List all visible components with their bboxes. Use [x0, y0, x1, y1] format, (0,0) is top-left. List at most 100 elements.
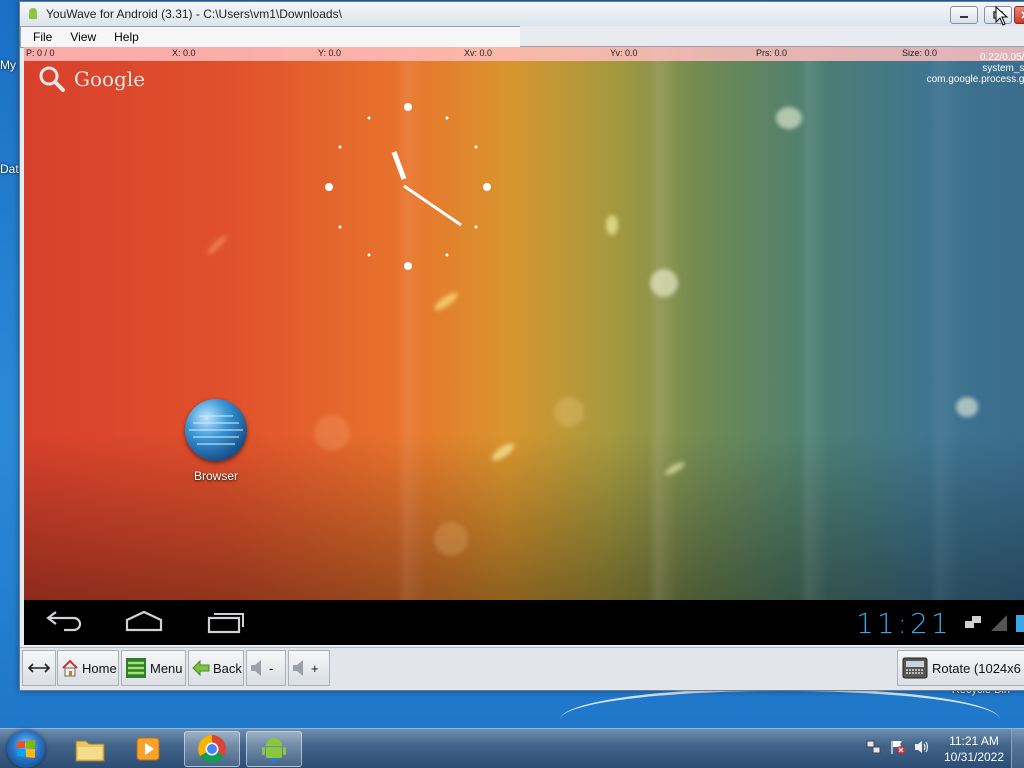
- debug-yv: Yv: 0.0: [610, 48, 638, 58]
- clock-tick: [367, 253, 371, 257]
- action-center-flag-icon[interactable]: [890, 739, 906, 755]
- debug-p: P: 0 / 0: [26, 48, 55, 58]
- clock-hour-hand: [391, 151, 407, 180]
- taskbar-time: 11:21 AM: [949, 734, 999, 748]
- globe-icon: [185, 399, 247, 461]
- volume-up-button[interactable]: +: [288, 650, 330, 686]
- clock-minute-hand: [403, 184, 462, 227]
- overlay-line: com.google.process.ga: [926, 74, 1024, 85]
- process-overlay: 0.22/0.05/0 system_se com.google.process…: [927, 52, 1024, 85]
- resize-button[interactable]: [22, 650, 56, 686]
- back-nav-icon[interactable]: [44, 610, 84, 634]
- debug-xv: Xv: 0.0: [464, 48, 493, 58]
- chrome-icon: [198, 735, 226, 763]
- overlay-line: system_se: [982, 63, 1024, 74]
- bokeh-light: [489, 440, 517, 464]
- battery-icon: [1016, 615, 1024, 632]
- keyboard-rotate-icon: [902, 657, 928, 679]
- desktop-icon-label[interactable]: Dat: [0, 162, 19, 176]
- bokeh-light: [314, 415, 350, 451]
- android-navigation-bar: 11:21: [24, 600, 1024, 645]
- menu-bar-spacer: [520, 26, 1024, 47]
- menu-help[interactable]: Help: [108, 30, 145, 44]
- mouse-cursor: [995, 6, 1009, 26]
- volume-down-label: -: [269, 660, 274, 676]
- android-app-icon: [29, 8, 37, 19]
- recent-apps-nav-icon[interactable]: [206, 610, 246, 634]
- menu-file[interactable]: File: [27, 30, 58, 44]
- clock-tick: [445, 116, 449, 120]
- menu-bar: File View Help: [20, 26, 521, 48]
- google-label: Google: [74, 67, 146, 91]
- volume-up-label: +: [311, 660, 319, 676]
- clock-tick: [338, 145, 342, 149]
- home-button-label: Home: [82, 660, 117, 676]
- back-button-label: Back: [213, 660, 242, 676]
- rotate-button[interactable]: Rotate (1024x6: [897, 650, 1024, 686]
- bokeh-light: [956, 397, 978, 417]
- network-tray-icon[interactable]: [866, 739, 882, 755]
- taskbar-youwave[interactable]: [246, 731, 302, 767]
- menu-view[interactable]: View: [64, 30, 102, 44]
- taskbar-chrome[interactable]: [184, 731, 240, 767]
- taskbar-clock[interactable]: 11:21 AM 10/31/2022: [936, 733, 1012, 765]
- folder-icon: [75, 740, 105, 762]
- back-button[interactable]: Back: [188, 650, 244, 686]
- clock-tick: [367, 116, 371, 120]
- home-nav-icon[interactable]: [124, 610, 164, 634]
- clock-tick: [445, 253, 449, 257]
- bokeh-light: [205, 233, 229, 257]
- taskbar-explorer[interactable]: [62, 731, 118, 767]
- media-player-icon: [136, 737, 160, 761]
- status-icons[interactable]: [964, 614, 1024, 632]
- bokeh-light: [554, 397, 584, 427]
- search-icon: [39, 66, 65, 92]
- home-button[interactable]: Home: [57, 650, 119, 686]
- android-screen[interactable]: P: 0 / 0 X: 0.0 Y: 0.0 Xv: 0.0 Yv: 0.0 P…: [24, 47, 1024, 645]
- taskbar-media-player[interactable]: [120, 731, 176, 767]
- browser-app-icon[interactable]: Browser: [184, 399, 248, 483]
- overlay-line: 0.22/0.05/0: [979, 52, 1024, 63]
- menu-button[interactable]: Menu: [121, 650, 186, 686]
- clock-tick: [338, 225, 342, 229]
- volume-down-button[interactable]: -: [246, 650, 286, 686]
- windows-taskbar: 11:21 AM 10/31/2022: [0, 728, 1024, 768]
- clock-tick: [474, 225, 478, 229]
- bokeh-light: [431, 289, 461, 314]
- browser-label: Browser: [193, 469, 238, 483]
- status-time[interactable]: 11:21: [856, 607, 952, 640]
- desktop-icon-label[interactable]: My: [0, 58, 16, 72]
- show-desktop-button[interactable]: [1011, 729, 1024, 768]
- volume-tray-icon[interactable]: [914, 739, 930, 755]
- bokeh-light: [434, 522, 468, 556]
- clock-tick: [325, 183, 333, 191]
- window-title: YouWave for Android (3.31) - C:\Users\vm…: [46, 7, 342, 21]
- clock-tick: [404, 103, 412, 111]
- taskbar-date: 10/31/2022: [943, 750, 1005, 764]
- bokeh-light: [776, 107, 802, 129]
- android-wallpaper[interactable]: P: 0 / 0 X: 0.0 Y: 0.0 Xv: 0.0 Yv: 0.0 P…: [24, 47, 1024, 600]
- clock-tick: [483, 183, 491, 191]
- start-button[interactable]: [7, 730, 45, 768]
- clock-tick: [404, 262, 412, 270]
- google-search-bar[interactable]: Google: [38, 65, 145, 93]
- youwave-window: YouWave for Android (3.31) - C:\Users\vm…: [19, 1, 1024, 691]
- rotate-button-label: Rotate (1024x6: [932, 660, 1021, 676]
- resize-arrows-icon: [28, 663, 50, 673]
- close-button[interactable]: [1014, 6, 1024, 24]
- debug-prs: Prs: 0.0: [756, 48, 788, 58]
- system-tray: [866, 739, 930, 755]
- signal-icon: [991, 615, 1007, 631]
- analog-clock-widget[interactable]: [324, 102, 494, 272]
- speaker-icon: [293, 660, 303, 676]
- title-bar[interactable]: YouWave for Android (3.31) - C:\Users\vm…: [20, 2, 1024, 26]
- house-icon: [62, 659, 78, 677]
- bokeh-light: [606, 215, 618, 235]
- emulator-toolbar: Home Menu Back - + Rotate (1024x6: [20, 647, 1024, 690]
- menu-button-label: Menu: [150, 660, 183, 676]
- speaker-icon: [251, 660, 261, 676]
- windows-logo-icon: [17, 740, 35, 758]
- pointer-debug-bar: P: 0 / 0 X: 0.0 Y: 0.0 Xv: 0.0 Yv: 0.0 P…: [24, 47, 1024, 61]
- minimize-button[interactable]: [950, 6, 978, 24]
- debug-x: X: 0.0: [172, 48, 196, 58]
